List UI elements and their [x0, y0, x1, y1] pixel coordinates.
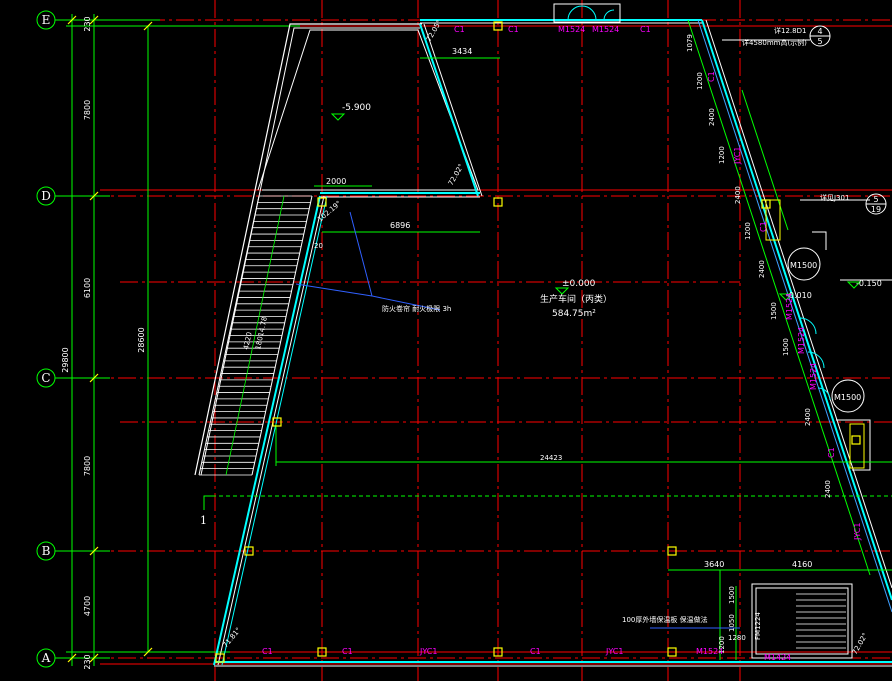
c1-label-east-1: C1 [707, 71, 716, 82]
c1-label-north-3: C1 [640, 25, 651, 34]
axis-label-b: B [42, 544, 51, 558]
dim-right-7: 1500 [782, 338, 790, 356]
dim-seg-0: 230 [83, 16, 92, 31]
stair-long: 18014.78 [254, 316, 269, 350]
detail-2-top: 5 [873, 195, 878, 204]
c1-label-south-3: C1 [530, 647, 541, 656]
right-dimension-chain [687, 19, 871, 576]
top-note-2: 详4580mm高(示例) [742, 38, 807, 47]
dim-inner-span: 6896 [390, 221, 410, 230]
dim-seg-2: 6100 [83, 278, 92, 298]
dim-seg-5: 230 [83, 654, 92, 669]
dim-right-2: 1200 [718, 146, 726, 164]
c1-label-south-2: C1 [342, 647, 353, 656]
detail-1-top: 4 [817, 27, 822, 36]
side-note: 详见J301 [820, 193, 849, 202]
column [851, 435, 861, 445]
interior-dimension-lines [203, 57, 892, 660]
dim-right-5: 2400 [758, 260, 766, 278]
room-area: 584.75m² [552, 309, 596, 319]
jyc1-label-east-2: JYC1 [853, 523, 862, 541]
cad-floor-plan: 29800 28600 230 7800 6100 7800 4700 230 … [36, 0, 892, 681]
dim-bottom-small-2: 1050 [728, 614, 736, 632]
leader-lines-white [722, 39, 870, 201]
west-stair-treads [199, 195, 312, 476]
c1-label-north-2: C1 [508, 25, 519, 34]
axis-label-a: A [41, 651, 51, 665]
dim-long-span: 24423 [540, 454, 562, 462]
angle-2: 72.02° [447, 163, 466, 187]
m1524-label-north-1: M1524 [558, 25, 585, 34]
structural-columns [215, 21, 861, 663]
m1500-label-b: M1500 [834, 393, 861, 402]
jyc1-label-east-1: JYC1 [733, 147, 742, 165]
c1-label-south-1: C1 [262, 647, 273, 656]
dim-bottom-small-4: 1280 [728, 634, 746, 642]
dim-bottom-small-1: 1500 [728, 586, 736, 604]
fire-note: 防火卷帘 耐火极限 3h [382, 304, 451, 313]
jyc1-label-south-1: JYC1 [419, 647, 437, 656]
room-elevation: ±0.000 [562, 279, 596, 289]
elev-right-2: -0.150 [856, 279, 882, 288]
axis-label-c: C [41, 371, 50, 385]
m1524-label-east-3: M1524 [809, 363, 818, 390]
dim-total-29800: 29800 [61, 347, 70, 372]
dim-right-9: 2400 [824, 480, 832, 498]
section-marker-label: 1 [200, 514, 207, 527]
m1524-label-east-1: M1524 [785, 293, 794, 320]
dim-bottom-b: 4160 [792, 560, 812, 569]
detail-1-bottom: 5 [817, 37, 822, 46]
axis-label-e: E [42, 13, 51, 27]
detail-2-bottom: 19 [871, 205, 881, 214]
c1-label-east-3: C1 [827, 447, 836, 458]
section-marker-1 [203, 495, 214, 510]
dim-right-6: 1500 [770, 302, 778, 320]
fm-label: FM1224 [754, 612, 762, 640]
dim-inner-28600: 28600 [137, 327, 146, 352]
dim-seg-3: 7800 [83, 456, 92, 476]
top-note-1: 详12.8D1 [774, 26, 806, 35]
m1500-label-a: M1500 [790, 261, 817, 270]
m1424-label-south: M1424 [764, 653, 791, 662]
dim-right-3: 2400 [734, 186, 742, 204]
room-name: 生产车间（丙类） [540, 293, 612, 305]
c1-label-north-1: C1 [454, 25, 465, 34]
c1-label-east-2: C1 [759, 221, 768, 232]
annex-fixtures [765, 199, 865, 469]
dim-seg-1: 7800 [83, 100, 92, 120]
axis-bubbles [36, 10, 66, 668]
dim-seg-4: 4700 [83, 596, 92, 616]
dim-right-8: 2400 [804, 408, 812, 426]
pit-elevation: -5.900 [342, 103, 371, 113]
dim-ledge: 2000 [326, 177, 346, 186]
leader-lines [295, 211, 740, 629]
core-stair-treads [796, 593, 846, 649]
jyc1-label-south-2: JYC1 [605, 647, 623, 656]
dim-right-1: 2400 [708, 108, 716, 126]
axis-label-d: D [41, 189, 51, 203]
axis-grid [60, 0, 892, 681]
m1524-label-north-2: M1524 [592, 25, 619, 34]
detail-callouts [809, 25, 887, 215]
stair-width: 4220 [242, 331, 254, 350]
angle-1: 72.05° [425, 19, 444, 43]
left-dimension-lines [66, 14, 300, 666]
m1524-label-east-2: M1524 [797, 327, 806, 354]
dim-right-4: 1200 [744, 222, 752, 240]
dim-bottom-a: 3640 [704, 560, 724, 569]
m1524-label-south: M1524 [696, 647, 723, 656]
dim-small-20: 20 [314, 242, 323, 250]
dim-top-right-2: 1200 [696, 72, 704, 90]
dim-top-right-1: 1079 [686, 34, 694, 52]
pipe-note: 100厚外墙保温板 保温做法 [622, 615, 708, 624]
dim-top-opening: 3434 [452, 47, 472, 56]
axis-grid-solid [100, 25, 892, 665]
